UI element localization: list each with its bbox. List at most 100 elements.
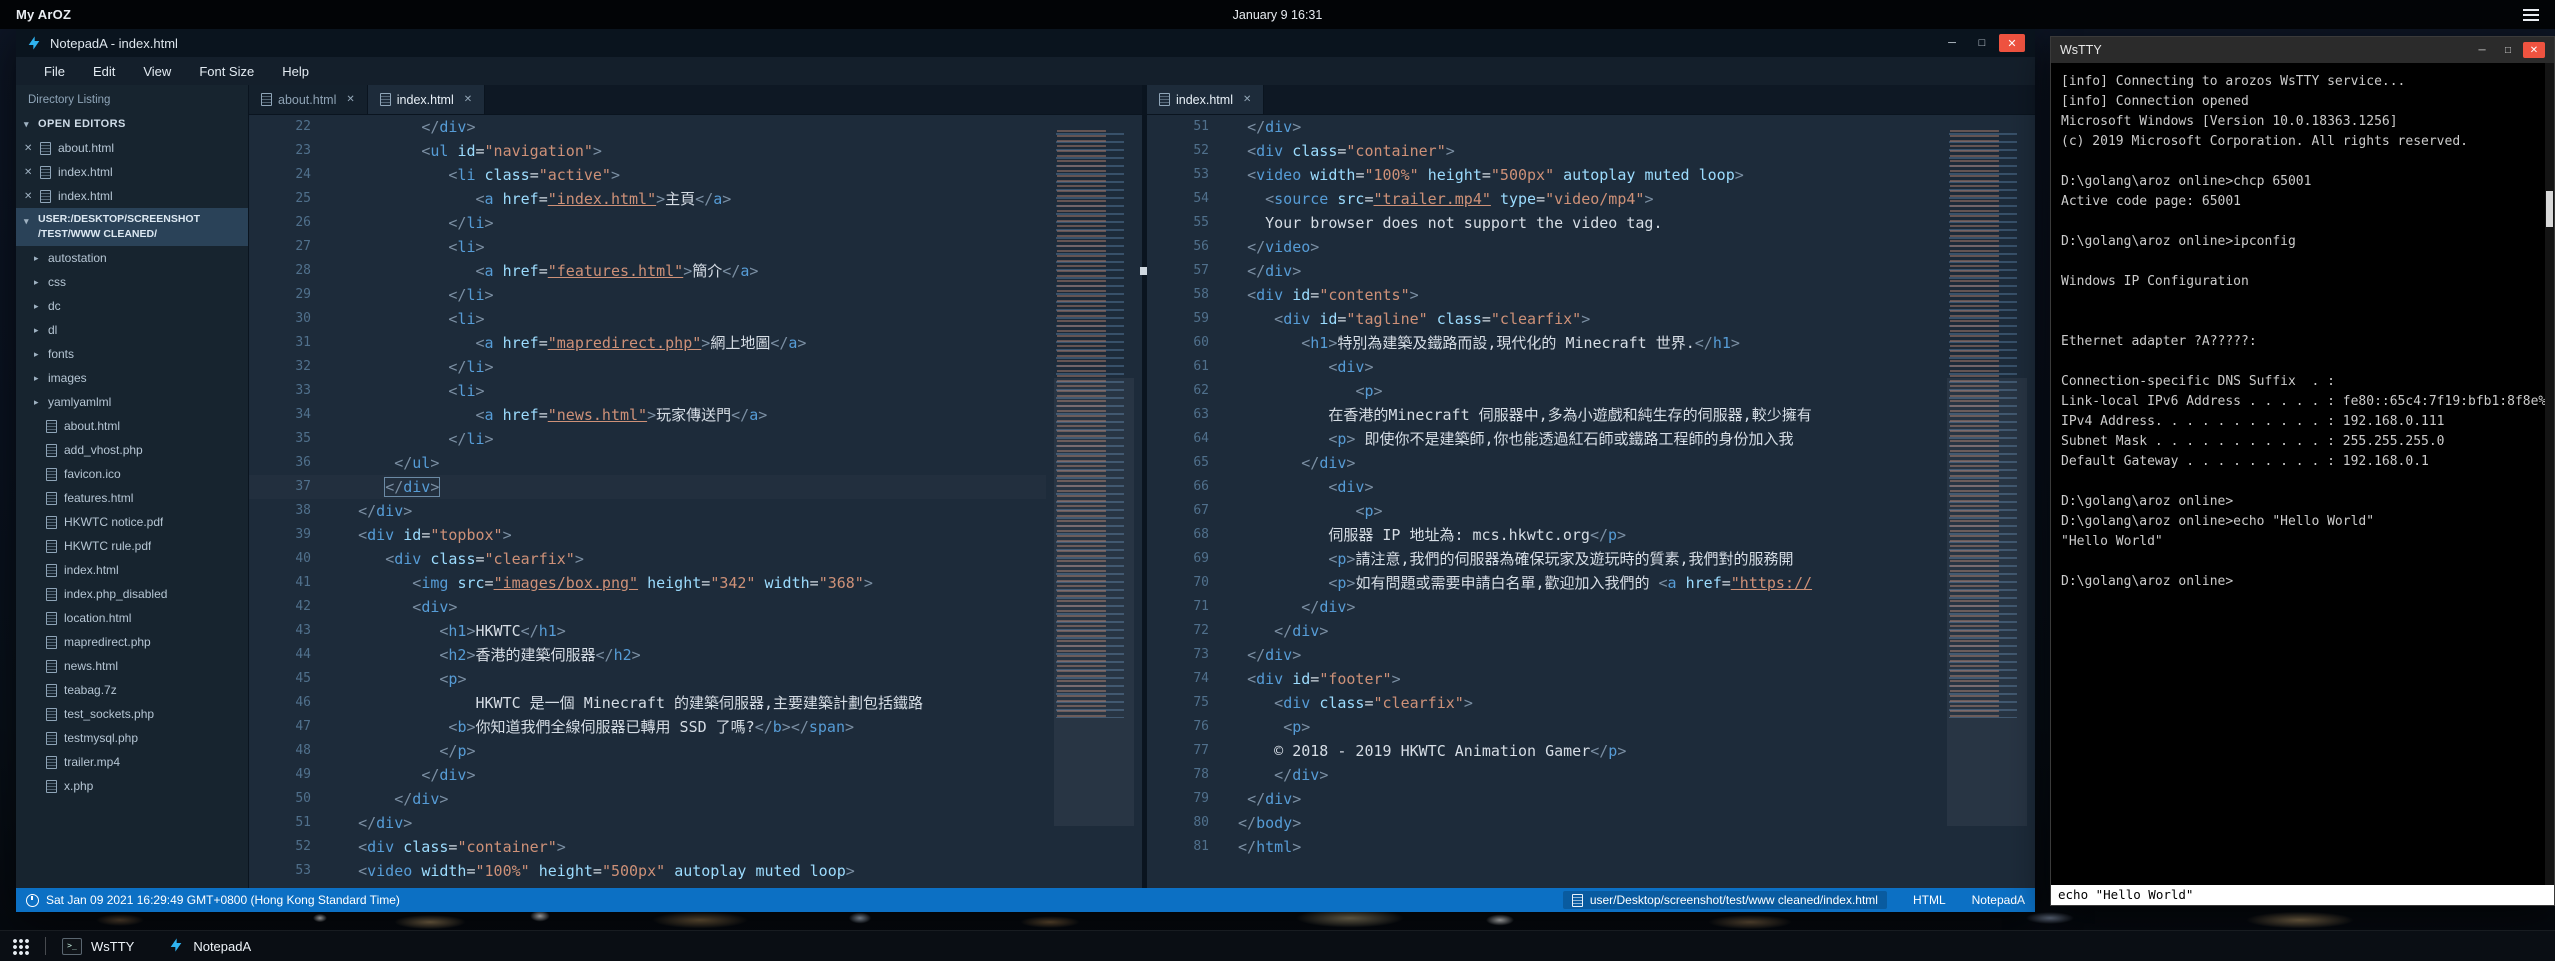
folder-item[interactable]: ▸yamlyamlml [16,390,248,414]
code-line[interactable]: 60 <h1>特別為建築及鐵路而設,現代化的 Minecraft 世界.</h1… [1147,331,1939,355]
folder-item[interactable]: ▸dc [16,294,248,318]
code-line[interactable]: 45 <p> [249,667,1046,691]
file-item[interactable]: x.php [16,774,248,798]
file-item[interactable]: HKWTC rule.pdf [16,534,248,558]
workspace-header[interactable]: ▾ USER:/DESKTOP/SCREENSHOT /TEST/WWW CLE… [16,208,248,246]
code-line[interactable]: 43 <h1>HKWTC</h1> [249,619,1046,643]
code-line[interactable]: 33 <li> [249,379,1046,403]
file-item[interactable]: testmysql.php [16,726,248,750]
code-line[interactable]: 30 <li> [249,307,1046,331]
minimap[interactable] [1054,115,1134,888]
folder-item[interactable]: ▸images [16,366,248,390]
code-line[interactable]: 29 </li> [249,283,1046,307]
open-editor-item[interactable]: ✕about.html [16,136,248,160]
code-line[interactable]: 79 </div> [1147,787,1939,811]
code-line[interactable]: 39 <div id="topbox"> [249,523,1046,547]
code-editor-left[interactable]: 22 </div>23 <ul id="navigation">24 <li c… [249,115,1142,888]
code-line[interactable]: 50 </div> [249,787,1046,811]
minimize-button[interactable]: ─ [2471,42,2493,58]
start-menu-icon[interactable] [12,938,29,955]
code-editor-right[interactable]: 51 </div>52 <div class="container">53 <v… [1147,115,2035,888]
code-line[interactable]: 37 </div> [249,475,1046,499]
taskbar-item-wstty[interactable]: >_WsTTY [62,938,134,955]
close-tab-icon[interactable]: ✕ [346,94,354,105]
file-item[interactable]: about.html [16,414,248,438]
code-line[interactable]: 23 <ul id="navigation"> [249,139,1046,163]
terminal-scrollbar[interactable] [2545,63,2554,885]
code-line[interactable]: 58 <div id="contents"> [1147,283,1939,307]
code-area[interactable]: 51 </div>52 <div class="container">53 <v… [1147,115,1939,888]
file-item[interactable]: add_vhost.php [16,438,248,462]
code-line[interactable]: 74 <div id="footer"> [1147,667,1939,691]
code-line[interactable]: 41 <img src="images/box.png" height="342… [249,571,1046,595]
code-line[interactable]: 71 </div> [1147,595,1939,619]
code-line[interactable]: 63 在香港的Minecraft 伺服器中,多為小遊戲和純生存的伺服器,較少擁有 [1147,403,1939,427]
open-editors-header[interactable]: ▾ OPEN EDITORS [16,112,248,136]
close-button[interactable]: ✕ [2523,42,2545,58]
minimap[interactable] [1947,115,2027,888]
code-line[interactable]: 52 <div class="container"> [1147,139,1939,163]
folder-item[interactable]: ▸css [16,270,248,294]
code-line[interactable]: 26 </li> [249,211,1046,235]
status-language[interactable]: HTML [1913,893,1946,907]
code-line[interactable]: 51 </div> [1147,115,1939,139]
taskbar-item-notepada[interactable]: NotepadA [168,937,251,956]
folder-item[interactable]: ▸autostation [16,246,248,270]
code-line[interactable]: 56 </video> [1147,235,1939,259]
tab-index.html[interactable]: index.html✕ [368,85,485,114]
file-item[interactable]: news.html [16,654,248,678]
folder-item[interactable]: ▸dl [16,318,248,342]
code-line[interactable]: 51 </div> [249,811,1046,835]
close-editor-icon[interactable]: ✕ [24,143,40,154]
file-item[interactable]: test_sockets.php [16,702,248,726]
code-line[interactable]: 38 </div> [249,499,1046,523]
code-line[interactable]: 72 </div> [1147,619,1939,643]
code-line[interactable]: 25 <a href="index.html">主頁</a> [249,187,1046,211]
code-line[interactable]: 32 </li> [249,355,1046,379]
file-item[interactable]: index.html [16,558,248,582]
close-tab-icon[interactable]: ✕ [464,94,472,105]
code-line[interactable]: 61 <div> [1147,355,1939,379]
code-line[interactable]: 34 <a href="news.html">玩家傳送門</a> [249,403,1046,427]
code-line[interactable]: 46 HKWTC 是一個 Minecraft 的建築伺服器,主要建築計劃包括鐵路 [249,691,1046,715]
code-line[interactable]: 54 <source src="trailer.mp4" type="video… [1147,187,1939,211]
code-line[interactable]: 77 © 2018 - 2019 HKWTC Animation Gamer</… [1147,739,1939,763]
file-item[interactable]: favicon.ico [16,462,248,486]
tab-index.html[interactable]: index.html✕ [1147,85,1264,114]
code-line[interactable]: 57 </div> [1147,259,1939,283]
terminal-output[interactable]: [info] Connecting to arozos WsTTY servic… [2051,63,2545,885]
code-line[interactable]: 24 <li class="active"> [249,163,1046,187]
code-line[interactable]: 66 <div> [1147,475,1939,499]
terminal-input[interactable]: echo "Hello World" [2051,885,2554,905]
menu-font-size[interactable]: Font Size [185,57,268,85]
wstty-titlebar[interactable]: WsTTY ─ □ ✕ [2051,37,2554,63]
menu-file[interactable]: File [30,57,79,85]
code-line[interactable]: 55 Your browser does not support the vid… [1147,211,1939,235]
menu-help[interactable]: Help [268,57,323,85]
code-line[interactable]: 81 </html> [1147,835,1939,859]
tab-about.html[interactable]: about.html✕ [249,85,368,114]
code-line[interactable]: 31 <a href="mapredirect.php">網上地圖</a> [249,331,1046,355]
code-line[interactable]: 53 <video width="100%" height="500px" au… [249,859,1046,883]
code-line[interactable]: 40 <div class="clearfix"> [249,547,1046,571]
file-item[interactable]: features.html [16,486,248,510]
code-line[interactable]: 75 <div class="clearfix"> [1147,691,1939,715]
file-item[interactable]: mapredirect.php [16,630,248,654]
file-item[interactable]: index.php_disabled [16,582,248,606]
file-item[interactable]: location.html [16,606,248,630]
code-line[interactable]: 64 <p> 即使你不是建築師,你也能透過紅石師或鐵路工程師的身份加入我 [1147,427,1939,451]
code-line[interactable]: 22 </div> [249,115,1046,139]
close-editor-icon[interactable]: ✕ [24,167,40,178]
maximize-button[interactable]: □ [2497,42,2519,58]
file-item[interactable]: HKWTC notice.pdf [16,510,248,534]
close-editor-icon[interactable]: ✕ [24,191,40,202]
code-line[interactable]: 76 <p> [1147,715,1939,739]
code-line[interactable]: 62 <p> [1147,379,1939,403]
file-item[interactable]: trailer.mp4 [16,750,248,774]
code-line[interactable]: 47 <b>你知道我們全線伺服器已轉用 SSD 了嗎?</b></span> [249,715,1046,739]
code-line[interactable]: 27 <li> [249,235,1046,259]
notepada-titlebar[interactable]: NotepadA - index.html ─ □ ✕ [16,29,2035,57]
menu-view[interactable]: View [129,57,185,85]
code-line[interactable]: 36 </ul> [249,451,1046,475]
maximize-button[interactable]: □ [1969,34,1995,52]
